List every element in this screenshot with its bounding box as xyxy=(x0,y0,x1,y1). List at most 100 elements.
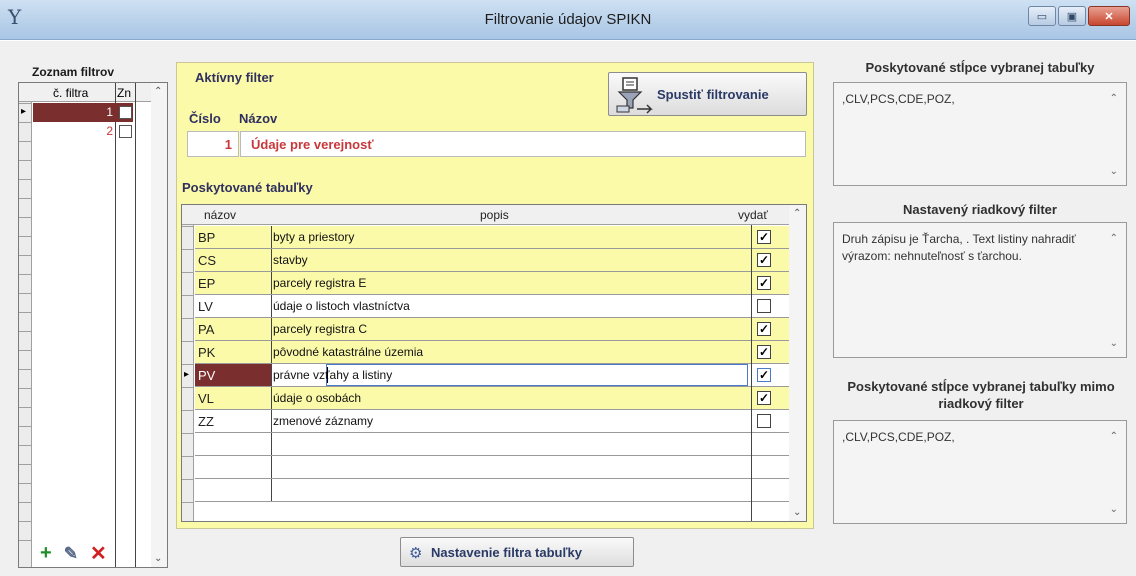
filter-name-field[interactable]: Údaje pre verejnosť xyxy=(240,131,806,157)
filter-list-scrollbar[interactable]: ⌃ ⌄ xyxy=(151,83,167,567)
provided-columns-box[interactable]: ,CLV,PCS,CDE,POZ, ⌃ ⌄ xyxy=(833,82,1127,186)
row-filter-text: Druh zápisu je Ťarcha, . Text listiny na… xyxy=(842,232,1076,263)
current-row-pointer-icon: ▸ xyxy=(184,369,190,380)
tables-grid-header: názov popis vydať xyxy=(182,205,806,225)
title-bar: Y Filtrovanie údajov SPIKN ▭ ▣ ✕ xyxy=(0,0,1136,40)
filter-number: 2 xyxy=(106,124,113,138)
filter-name-value: Údaje pre verejnosť xyxy=(251,137,374,152)
table-desc-cell: pôvodné katastrálne územia xyxy=(273,345,424,359)
tables-grid-scrollbar[interactable]: ⌃ ⌄ xyxy=(789,205,806,521)
filter-row-indicator-column: ▸ xyxy=(19,83,32,567)
table-name-cell: VL xyxy=(198,391,214,406)
table-desc-cell: byty a priestory xyxy=(273,230,355,244)
scroll-up-icon[interactable]: ⌃ xyxy=(1110,233,1118,244)
table-export-column-header[interactable]: vydať xyxy=(738,208,768,222)
scroll-down-icon[interactable]: ⌄ xyxy=(1110,504,1118,515)
row-filter-title: Nastavený riadkový filter xyxy=(903,202,1057,217)
active-filter-panel: Aktívny filter Číslo Názov 1 Údaje pre v… xyxy=(176,62,814,529)
filter-list-grid[interactable]: ▸ č. filtra Zn 1 2 ⌃ ⌄ xyxy=(18,82,168,568)
maximize-icon[interactable]: ▣ xyxy=(1058,6,1086,26)
delete-icon[interactable]: ✕ xyxy=(90,541,107,566)
row-filter-box[interactable]: Druh zápisu je Ťarcha, . Text listiny na… xyxy=(833,222,1127,358)
scroll-down-icon[interactable]: ⌄ xyxy=(793,507,801,518)
export-checkbox[interactable]: ✓ xyxy=(757,230,771,244)
scroll-up-icon[interactable]: ⌃ xyxy=(1110,93,1118,104)
table-row-selected[interactable]: PV právne vzťahy a listiny ✓ xyxy=(195,364,789,387)
filter-run-icon xyxy=(616,77,653,114)
active-filter-title: Aktívny filter xyxy=(195,70,274,85)
table-desc-cell: stavby xyxy=(273,253,308,267)
filter-number-field[interactable]: 1 xyxy=(187,131,239,157)
provided-columns-out-text: ,CLV,PCS,CDE,POZ, xyxy=(842,430,955,444)
export-checkbox[interactable]: ✓ xyxy=(757,368,771,382)
filter-toolbar: + ✎ ✕ xyxy=(40,541,107,566)
filter-number-value: 1 xyxy=(224,137,232,152)
filter-flag-column-header[interactable]: Zn xyxy=(117,86,131,100)
minimize-icon[interactable]: ▭ xyxy=(1028,6,1056,26)
table-desc-column-header[interactable]: popis xyxy=(480,208,509,222)
filter-number-column-header[interactable]: č. filtra xyxy=(53,86,88,100)
filter-list-header: č. filtra Zn xyxy=(19,83,167,102)
scroll-down-icon[interactable]: ⌄ xyxy=(1110,338,1118,349)
scroll-up-icon[interactable]: ⌃ xyxy=(1110,431,1118,442)
provided-columns-title: Poskytované stĺpce vybranej tabuľky xyxy=(865,60,1095,75)
table-desc-cell: údaje o listoch vlastníctva xyxy=(273,299,410,313)
scroll-down-icon[interactable]: ⌄ xyxy=(1110,166,1118,177)
export-checkbox[interactable]: ✓ xyxy=(757,391,771,405)
scroll-up-icon[interactable]: ⌃ xyxy=(793,208,801,219)
column-divider xyxy=(751,225,752,521)
settings-gear-icon: ⚙ xyxy=(409,545,423,562)
table-row[interactable]: CS stavby ✓ xyxy=(195,249,789,272)
run-filter-button[interactable]: Spustiť filtrovanie xyxy=(608,72,807,116)
export-checkbox[interactable]: ✓ xyxy=(757,276,771,290)
table-row[interactable]: BP byty a priestory ✓ xyxy=(195,226,789,249)
filter-flag-checkbox[interactable] xyxy=(119,125,132,138)
table-filter-settings-button[interactable]: ⚙ Nastavenie filtra tabuľky xyxy=(400,537,634,567)
table-filter-settings-label: Nastavenie filtra tabuľky xyxy=(431,545,582,560)
table-desc-cell: parcely registra E xyxy=(273,276,367,290)
run-filter-label: Spustiť filtrovanie xyxy=(657,87,769,102)
table-row[interactable]: PK pôvodné katastrálne územia ✓ xyxy=(195,341,789,364)
export-checkbox[interactable] xyxy=(757,414,771,428)
provided-columns-text: ,CLV,PCS,CDE,POZ, xyxy=(842,92,955,106)
close-icon[interactable]: ✕ xyxy=(1088,6,1130,26)
edit-icon[interactable]: ✎ xyxy=(64,544,78,564)
filter-row[interactable]: 1 xyxy=(33,103,133,122)
table-row[interactable]: PA parcely registra C ✓ xyxy=(195,318,789,341)
table-row-empty xyxy=(195,433,789,456)
text-caret xyxy=(327,367,328,383)
table-name-cell: LV xyxy=(198,299,213,314)
table-name-cell: PK xyxy=(198,345,216,360)
filter-row[interactable]: 2 xyxy=(33,122,133,141)
tables-grid[interactable]: ▸ názov popis vydať BP byty a priestory … xyxy=(181,204,807,522)
filter-list-title: Zoznam filtrov xyxy=(32,65,115,79)
export-checkbox[interactable]: ✓ xyxy=(757,345,771,359)
table-row[interactable]: VL údaje o osobách ✓ xyxy=(195,387,789,410)
provided-columns-out-title: Poskytované stĺpce vybranej tabuľky mimo… xyxy=(847,379,1115,411)
table-row[interactable]: ZZ zmenové záznamy xyxy=(195,410,789,433)
table-desc-cell: právne vzťahy a listiny xyxy=(273,368,393,382)
filter-number: 1 xyxy=(106,105,113,119)
export-checkbox[interactable]: ✓ xyxy=(757,253,771,267)
filter-flag-checkbox[interactable] xyxy=(119,106,132,119)
table-name-column-header[interactable]: názov xyxy=(204,208,236,222)
table-row-indicator-column: ▸ xyxy=(182,205,194,521)
add-icon[interactable]: + xyxy=(40,542,52,565)
table-name-cell: CS xyxy=(198,253,217,268)
table-desc-cell: údaje o osobách xyxy=(273,391,362,405)
provided-columns-out-box[interactable]: ,CLV,PCS,CDE,POZ, ⌃ ⌄ xyxy=(833,420,1127,524)
scroll-down-icon[interactable]: ⌄ xyxy=(154,553,162,564)
export-checkbox[interactable] xyxy=(757,299,771,313)
name-label: Názov xyxy=(239,111,278,126)
table-name-cell: ZZ xyxy=(198,414,214,429)
table-row[interactable]: EP parcely registra E ✓ xyxy=(195,272,789,295)
table-desc-cell: parcely registra C xyxy=(273,322,368,336)
table-name-cell: BP xyxy=(198,230,216,245)
table-row-empty xyxy=(195,479,789,502)
table-name-cell: PA xyxy=(198,322,215,337)
window-controls: ▭ ▣ ✕ xyxy=(1026,6,1130,26)
table-desc-cell: zmenové záznamy xyxy=(273,414,374,428)
export-checkbox[interactable]: ✓ xyxy=(757,322,771,336)
scroll-up-icon[interactable]: ⌃ xyxy=(154,86,162,97)
table-row[interactable]: LV údaje o listoch vlastníctva xyxy=(195,295,789,318)
